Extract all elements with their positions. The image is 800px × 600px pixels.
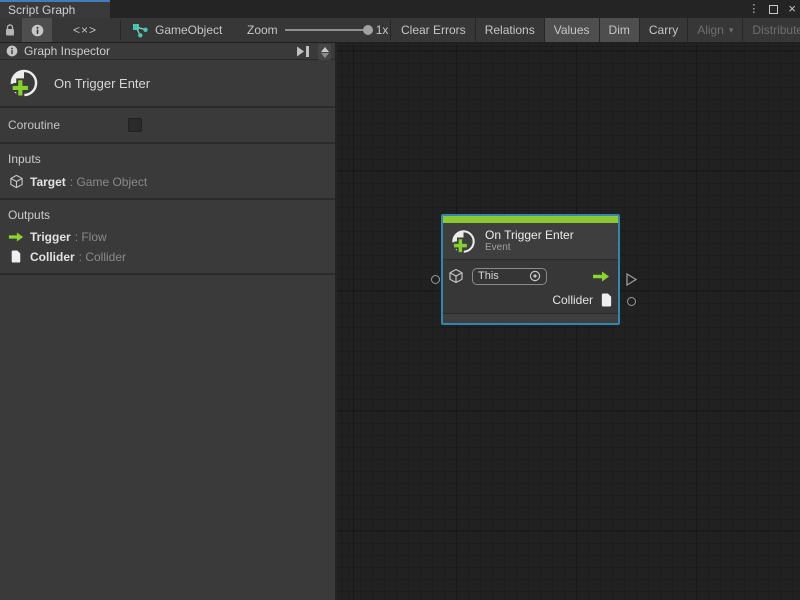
close-icon[interactable]: × — [788, 0, 796, 18]
node-title: On Trigger Enter — [485, 228, 574, 242]
object-picker-icon[interactable] — [529, 270, 541, 282]
relations-button[interactable]: Relations — [476, 18, 545, 42]
arrow-up-icon — [321, 47, 329, 52]
lock-icon — [4, 23, 16, 37]
outputs-header: Outputs — [8, 208, 335, 222]
graph-target-label: GameObject — [155, 23, 222, 37]
port-type: : Game Object — [70, 175, 147, 189]
unity-script-graph-window: Script Graph ⋮ × <×> — [0, 0, 800, 600]
port-name: Target — [30, 175, 66, 189]
align-dropdown-button[interactable]: Align ▾ — [688, 18, 743, 42]
node-target-row: This — [448, 263, 613, 289]
event-unit-icon — [450, 228, 477, 255]
window-controls: ⋮ × — [748, 0, 796, 18]
node-subtitle: Event — [485, 242, 574, 254]
toolbar-separator — [120, 20, 121, 40]
trigger-output-port[interactable] — [592, 270, 610, 283]
maximize-icon[interactable] — [769, 5, 778, 14]
graph-canvas[interactable]: On Trigger Enter Event This — [337, 43, 800, 600]
panel-scrubber-control[interactable] — [318, 44, 331, 60]
title-bar: Script Graph ⋮ × — [0, 0, 800, 18]
values-toggle-button[interactable]: Values — [545, 18, 600, 42]
inputs-header: Inputs — [8, 152, 335, 166]
on-trigger-enter-node[interactable]: On Trigger Enter Event This — [441, 214, 620, 325]
node-footer — [443, 314, 618, 323]
selected-unit-title: On Trigger Enter — [54, 76, 150, 91]
port-name: Collider — [30, 250, 75, 264]
toolbar-buttons: Clear Errors Relations Values Dim Carry … — [392, 18, 800, 42]
clear-errors-button[interactable]: Clear Errors — [392, 18, 476, 42]
dock-panel-icon[interactable] — [295, 45, 311, 58]
input-row-target: Target : Game Object — [8, 174, 335, 189]
output-row-collider: Collider : Collider — [8, 249, 335, 264]
target-input-port[interactable] — [431, 275, 440, 284]
zoom-value: 1x — [376, 23, 389, 37]
code-preview-button[interactable]: <×> — [62, 18, 108, 42]
script-graph-icon — [132, 23, 149, 38]
coroutine-label: Coroutine — [8, 118, 60, 132]
panel-title: Graph Inspector — [24, 44, 110, 58]
graph-target-indicator[interactable]: GameObject — [132, 18, 222, 42]
lock-button[interactable] — [0, 18, 20, 42]
event-unit-icon — [8, 67, 40, 99]
tab-script-graph[interactable]: Script Graph — [0, 0, 110, 18]
target-object-dropdown[interactable]: This — [472, 268, 547, 285]
graph-toolbar: <×> GameObject Zoom 1x Clear Errors Rela… — [0, 18, 800, 43]
graph-inspector-panel: Graph Inspector On Trigger Enter Corouti… — [0, 43, 335, 600]
flow-output-port[interactable] — [625, 272, 638, 287]
toolbar-separator — [390, 20, 391, 40]
selected-unit-header: On Trigger Enter — [0, 60, 335, 108]
output-row-trigger: Trigger : Flow — [8, 230, 335, 244]
node-header[interactable]: On Trigger Enter Event — [443, 223, 618, 259]
outputs-section: Outputs Trigger : Flow Collider : Collid… — [0, 200, 335, 275]
window-menu-icon[interactable]: ⋮ — [748, 0, 759, 18]
zoom-slider[interactable] — [285, 29, 369, 31]
collider-output-port[interactable] — [627, 297, 636, 306]
info-icon — [6, 45, 18, 57]
chevron-down-icon: ▾ — [729, 25, 734, 36]
collider-port-label: Collider — [552, 293, 593, 307]
document-icon — [8, 249, 24, 264]
port-type: : Collider — [79, 250, 126, 264]
inputs-section: Inputs Target : Game Object — [0, 144, 335, 200]
info-icon — [31, 24, 44, 37]
dim-toggle-button[interactable]: Dim — [600, 18, 640, 42]
graph-inspector-header: Graph Inspector — [0, 43, 335, 60]
cube-icon — [8, 174, 24, 189]
distribute-dropdown-button[interactable]: Distribute ▾ — [743, 18, 800, 42]
coroutine-checkbox[interactable] — [128, 118, 142, 132]
port-type: : Flow — [75, 230, 107, 244]
document-icon[interactable] — [600, 292, 613, 308]
arrow-down-icon — [321, 53, 329, 58]
zoom-control: Zoom 1x — [247, 18, 388, 42]
inspector-toggle-button[interactable] — [22, 18, 52, 42]
port-name: Trigger — [30, 230, 71, 244]
node-body: This Collider — [443, 260, 618, 313]
cube-icon — [448, 268, 464, 284]
flow-arrow-icon — [8, 231, 24, 243]
code-icon: <×> — [73, 23, 97, 37]
target-object-value: This — [478, 270, 529, 282]
zoom-label: Zoom — [247, 23, 278, 37]
zoom-slider-thumb[interactable] — [363, 25, 373, 35]
carry-button[interactable]: Carry — [640, 18, 688, 42]
node-accent-bar — [443, 216, 618, 223]
coroutine-setting-row: Coroutine — [0, 108, 335, 144]
node-collider-row: Collider — [448, 289, 613, 311]
